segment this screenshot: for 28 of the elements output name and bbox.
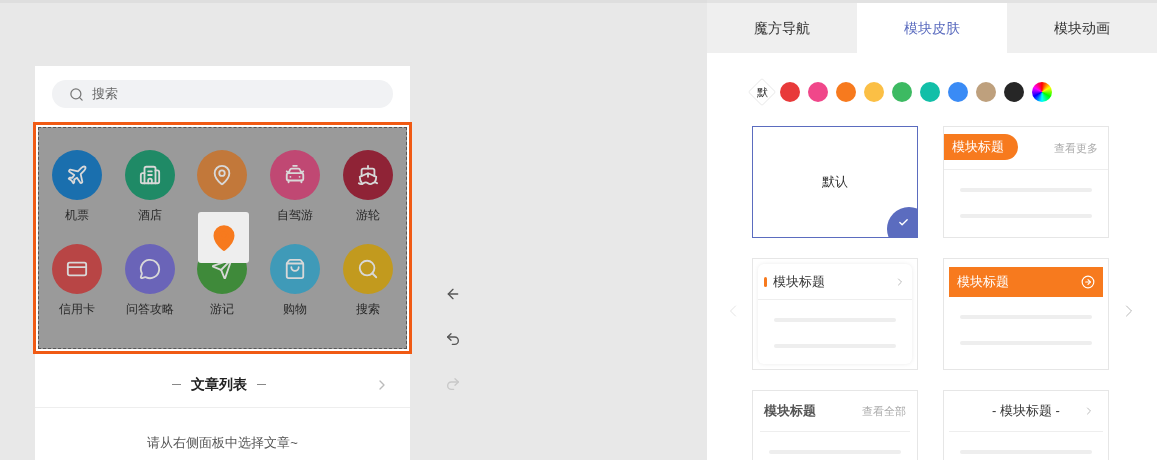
- empty-hint: 请从右侧面板中选择文章~: [147, 434, 298, 452]
- module-title: - 模块标题 -: [992, 402, 1060, 421]
- search-input[interactable]: 搜索: [92, 84, 292, 104]
- nav-label: 自驾游: [277, 207, 314, 224]
- skin-option[interactable]: - 模块标题 -: [943, 390, 1109, 460]
- nav-label: 问答攻略: [125, 301, 174, 318]
- nav-label: 游轮: [355, 207, 380, 224]
- nav-label: 游记: [210, 301, 235, 318]
- module-title: 模块标题: [773, 272, 825, 291]
- skin-label: 默认: [822, 173, 848, 192]
- nav-label: 酒店: [137, 207, 162, 224]
- more-link: 查看更多: [1054, 140, 1098, 156]
- module-title: 模块标题: [944, 134, 1018, 160]
- module-title: 模块标题: [764, 402, 816, 421]
- panel-tab[interactable]: 模块动画: [1007, 3, 1157, 53]
- panel-tab[interactable]: 魔方导航: [707, 3, 857, 53]
- skin-option[interactable]: 模块标题: [752, 258, 918, 370]
- nav-label: 信用卡: [59, 301, 96, 318]
- nav-label: 机票: [65, 207, 90, 224]
- nav-grid-module[interactable]: 机票 酒店 自驾游 游轮 信用卡 问答攻略 游记 购物 搜索: [33, 122, 412, 354]
- section-title: 文章列表: [190, 375, 247, 394]
- skin-option[interactable]: 默认: [752, 126, 918, 238]
- nav-label: 购物: [283, 301, 308, 318]
- skin-option[interactable]: 模块标题 查看全部: [752, 390, 918, 460]
- nav-label: 搜索: [355, 301, 380, 318]
- module-title: 模块标题: [957, 273, 1009, 292]
- search-field[interactable]: 搜索: [52, 80, 393, 108]
- more-link: 查看全部: [862, 403, 906, 419]
